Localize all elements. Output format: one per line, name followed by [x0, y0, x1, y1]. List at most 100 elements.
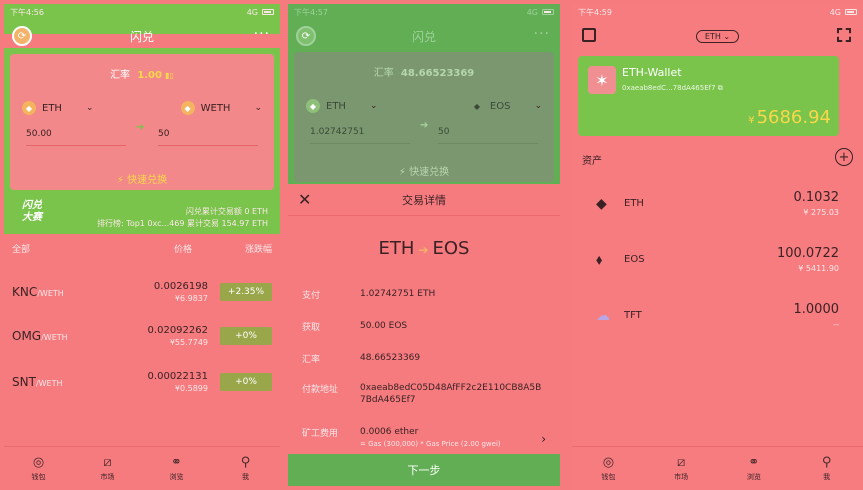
status-signal: 4G	[246, 7, 258, 17]
arrow-right-icon: ➔	[418, 243, 429, 257]
weth-coin-icon: ◆	[180, 101, 195, 115]
pair-symbol: SNT	[12, 375, 36, 389]
market-chart-icon: ⧄	[676, 454, 686, 470]
detail-value: 48.66523369	[360, 353, 421, 363]
close-icon[interactable]: ✕	[298, 190, 311, 209]
swap-logo-icon: ⟳	[296, 26, 316, 46]
user-icon: ⚲	[821, 454, 832, 470]
from-token-select: ◆ ETH ⌄	[306, 99, 378, 113]
tab-wallet[interactable]: ◎ 钱包	[572, 447, 645, 490]
add-asset-icon[interactable]: +	[835, 148, 853, 166]
tab-wallet[interactable]: ◎ 钱包	[4, 447, 73, 490]
qr-code-icon[interactable]	[582, 28, 596, 42]
wallet-card[interactable]: ✶ ETH-Wallet 0xaeab8edC...78dA465Ef7 ⧉ ¥…	[578, 56, 839, 136]
market-row[interactable]: OMG/WETH 0.02092262 ¥55.7749 +0%	[12, 316, 272, 356]
wallet-icon: ◎	[32, 454, 45, 470]
app-header: ⟳ 闪兑 ···	[4, 24, 280, 48]
to-token-label: WETH	[200, 102, 231, 114]
more-button: ···	[533, 26, 550, 42]
network-label: ETH	[704, 31, 721, 41]
arrow-right-icon: ➔	[136, 122, 145, 133]
tab-label: 市场	[674, 472, 689, 481]
detail-key: 获取	[302, 323, 321, 333]
eth-coin-icon: ◆	[306, 99, 320, 113]
pair-price: 0.00022131	[147, 371, 208, 382]
swap-card: 汇率 1.00 ▮▯ ◆ ETH ⌄ ◆ WETH ⌄ ➔ 50.00 50 ⚡…	[10, 54, 274, 190]
rate-value: 1.00	[137, 70, 162, 81]
eos-coin-icon: ◆	[473, 101, 480, 111]
status-time: 下午4:56	[10, 7, 44, 17]
tab-me[interactable]: ⚲ 我	[211, 447, 280, 490]
tab-me[interactable]: ⚲ 我	[790, 447, 863, 490]
tab-label: 市场	[100, 472, 115, 481]
swap-logo-icon[interactable]: ⟳	[12, 26, 32, 46]
to-amount-input[interactable]: 50	[158, 129, 258, 146]
network-selector[interactable]: ETH ⌄	[695, 29, 740, 43]
pair-symbol: KNC	[12, 285, 38, 299]
page-title: 闪兑	[129, 29, 154, 44]
chevron-down-icon: ⌄	[369, 101, 378, 111]
tab-label: 我	[242, 472, 249, 481]
asset-amount: 100.0722	[776, 246, 839, 261]
wallet-avatar: ✶	[588, 66, 616, 94]
rate-row: 汇率 48.66523369	[294, 64, 554, 79]
quick-swap-label: 快速兑换	[409, 167, 450, 178]
chart-icon: ▮▯	[165, 71, 174, 80]
asset-amount: 0.1032	[793, 190, 840, 205]
market-row[interactable]: SNT/WETH 0.00022131 ¥0.5899 +0%	[12, 362, 272, 402]
quick-swap-button: ⚡ 快速兑换	[294, 163, 554, 178]
asset-row[interactable]: ◆ ETH 0.1032 ¥ 275.03	[582, 184, 853, 234]
screen-trade-details: 下午4:57 4G ⟳ 闪兑 ··· 汇率 48.66523369 ◆ ETH …	[288, 4, 560, 490]
next-step-button[interactable]: 下一步	[288, 454, 560, 486]
ethereum-icon: ◆	[596, 196, 607, 212]
asset-row[interactable]: ☁ TFT 1.0000 --	[582, 296, 853, 346]
detail-pay: 支付 1.02742751 ETH	[302, 288, 546, 304]
asset-symbol: EOS	[624, 254, 645, 265]
detail-rate: 汇率 48.66523369	[302, 352, 546, 368]
status-bar: 下午4:57 4G	[288, 4, 560, 20]
detail-miner-fee[interactable]: 矿工费用 0.0006 ether = Gas (300,000) * Gas …	[302, 426, 546, 456]
rate-label: 汇率	[373, 68, 394, 79]
asset-symbol: ETH	[624, 198, 644, 209]
bottom-tab-bar: ◎ 钱包 ⧄ 市场 ⚭ 浏览 ⚲ 我	[572, 446, 863, 490]
fee-value: 0.0006 ether	[360, 427, 419, 437]
from-amount-input: 1.02742751	[310, 127, 410, 144]
header-all[interactable]: 全部	[12, 242, 112, 255]
brand-line2: 大赛	[22, 212, 42, 223]
tab-market[interactable]: ⧄ 市场	[645, 447, 718, 490]
copy-icon[interactable]: ⧉	[718, 84, 723, 92]
asset-symbol: TFT	[624, 310, 642, 321]
header-change[interactable]: 涨跌幅	[192, 242, 272, 255]
quick-swap-button[interactable]: ⚡ 快速兑换	[10, 171, 274, 186]
pair-price: 0.0026198	[153, 281, 208, 292]
assets-title: 资产	[582, 156, 602, 167]
status-bar: 下午4:56 4G	[4, 4, 280, 20]
from-amount-input[interactable]: 50.00	[26, 129, 126, 146]
asset-row[interactable]: ⬧ EOS 100.0722 ¥ 5411.90	[582, 240, 853, 290]
detail-value: 0xaeab8edC05D48AfFF2c2E110CB8A5B7BdA465E…	[360, 383, 542, 405]
fee-formula: = Gas (300,000) * Gas Price (2.00 gwei)	[360, 440, 501, 448]
change-badge: +2.35%	[220, 283, 272, 301]
detail-key: 支付	[302, 291, 321, 301]
from-token-select[interactable]: ◆ ETH ⌄	[22, 101, 94, 115]
tab-market[interactable]: ⧄ 市场	[73, 447, 142, 490]
more-button[interactable]: ···	[254, 26, 270, 42]
tab-label: 钱包	[31, 472, 46, 481]
contest-banner[interactable]: 闪兑 大赛 闪兑累计交易额 0 ETH 排行榜: Top1 0xc...469 …	[4, 198, 280, 234]
tab-browse[interactable]: ⚭ 浏览	[718, 447, 791, 490]
detail-key: 付款地址	[302, 385, 339, 395]
market-row[interactable]: KNC/WETH 0.0026198 ¥6.9837 +2.35%	[12, 272, 272, 312]
rate-label: 汇率	[110, 70, 131, 81]
change-badge: +0%	[220, 327, 272, 345]
screen-wallet: 下午4:59 4G ETH ⌄ ✶ ETH-Wallet 0xaeab8edC.…	[572, 4, 863, 490]
quick-swap-label: 快速兑换	[127, 175, 168, 186]
page-title: 闪兑	[411, 29, 436, 44]
battery-icon	[542, 9, 554, 15]
to-token-select[interactable]: ◆ WETH ⌄	[180, 101, 262, 115]
wallet-name: ETH-Wallet	[622, 66, 682, 79]
screen-swap: 下午4:56 4G ⟳ 闪兑 ··· 汇率 1.00 ▮▯ ◆ ETH ⌄ ◆ …	[4, 4, 280, 490]
scan-icon[interactable]	[837, 28, 851, 42]
chevron-down-icon: ⌄	[254, 103, 262, 113]
tab-browse[interactable]: ⚭ 浏览	[142, 447, 211, 490]
pair-symbol: OMG	[12, 329, 42, 343]
